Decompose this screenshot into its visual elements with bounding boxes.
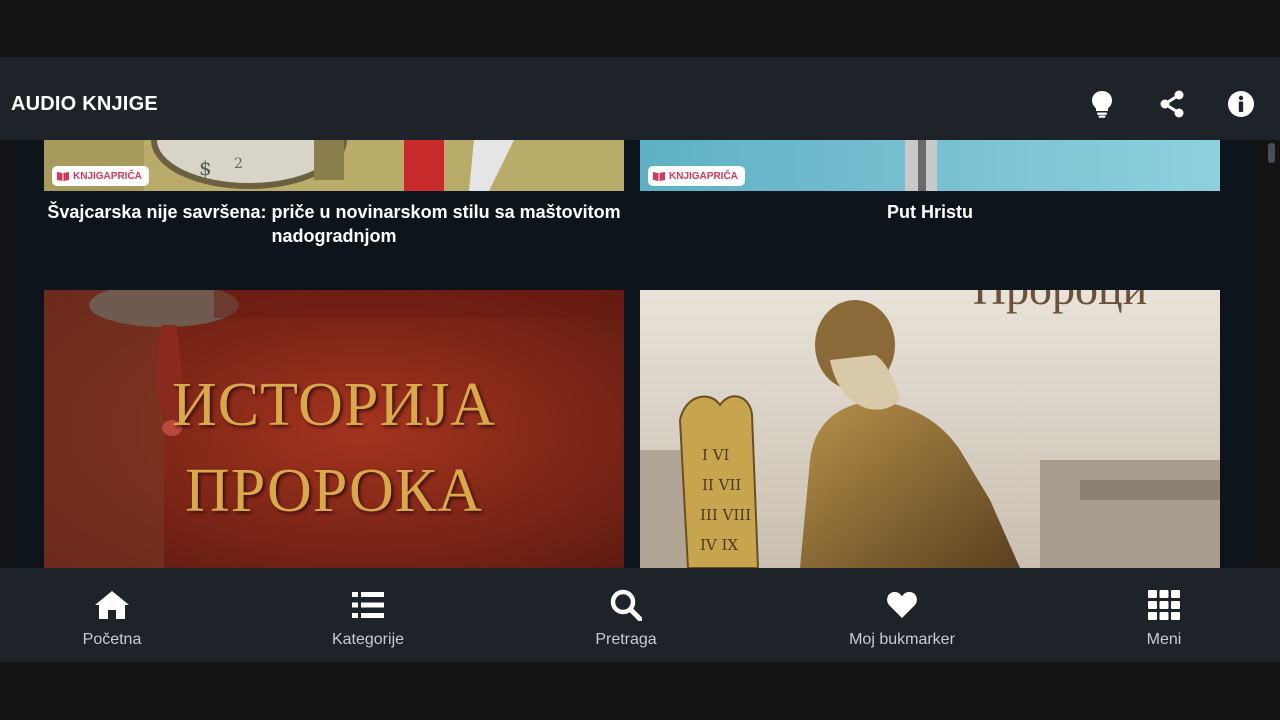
svg-text:II VII: II VII: [702, 476, 741, 494]
svg-text:IV IX: IV IX: [700, 536, 738, 554]
bottom-navigation: Početna Kategorije Pretraga Moj bukmarke…: [0, 568, 1280, 662]
publisher-badge: KNJIGAPRIČA: [648, 166, 745, 186]
list-icon: [352, 589, 384, 621]
book-icon: [653, 172, 665, 181]
nav-label: Meni: [1146, 631, 1182, 648]
svg-text:I VI: I VI: [702, 446, 730, 464]
book-grid: $ 2 KNJIGAPRIČA Švajcarska nije savršena…: [13, 140, 1250, 568]
nav-item-categories[interactable]: Kategorije: [318, 568, 418, 662]
home-icon: [94, 589, 130, 621]
lightbulb-icon[interactable]: [1087, 89, 1117, 119]
book-title[interactable]: Put Hristu: [640, 200, 1220, 224]
svg-text:$: $: [199, 156, 212, 180]
book-card[interactable]: $ 2 KNJIGAPRIČA Švajcarska nije savršena…: [44, 140, 624, 280]
nav-label: Početna: [82, 631, 142, 648]
cover-title: Пророци: [900, 290, 1220, 315]
svg-text:III VIII: III VIII: [700, 506, 751, 524]
nav-label: Kategorije: [331, 631, 405, 648]
badge-label: KNJIGAPRIČA: [669, 170, 738, 182]
nav-item-search[interactable]: Pretraga: [576, 568, 676, 662]
book-title[interactable]: Švajcarska nije savršena: priče u novina…: [44, 200, 624, 248]
book-cover[interactable]: KNJIGAPRIČA: [640, 140, 1220, 191]
app-bar: AUDIO KNJIGE: [0, 57, 1280, 140]
book-cover[interactable]: I VI II VII III VIII IV IX Пророци: [640, 290, 1220, 568]
search-icon: [610, 589, 642, 621]
nav-label: Pretraga: [595, 631, 657, 648]
book-card[interactable]: KNJIGAPRIČA Put Hristu: [640, 140, 1220, 280]
grid-icon: [1148, 589, 1180, 621]
cover-title-line1: ИСТОРИЈА: [171, 371, 497, 439]
nav-label: Moj bukmarker: [849, 631, 955, 648]
nav-item-home[interactable]: Početna: [62, 568, 162, 662]
badge-label: KNJIGAPRIČA: [73, 170, 142, 182]
svg-text:2: 2: [234, 156, 243, 172]
heart-icon: [886, 589, 918, 621]
publisher-badge: KNJIGAPRIČA: [52, 166, 149, 186]
share-icon[interactable]: [1157, 89, 1187, 119]
info-icon[interactable]: [1226, 89, 1256, 119]
scrollbar[interactable]: [1268, 143, 1275, 163]
app-title: AUDIO KNJIGE: [11, 93, 158, 115]
book-cover[interactable]: ИСТОРИЈА ПРОРОКА: [44, 290, 624, 568]
nav-item-bookmarks[interactable]: Moj bukmarker: [837, 568, 967, 662]
book-cover[interactable]: $ 2 KNJIGAPRIČA: [44, 140, 624, 191]
book-icon: [57, 172, 69, 181]
cover-title-line2: ПРОРОКА: [185, 457, 483, 525]
nav-item-menu[interactable]: Meni: [1114, 568, 1214, 662]
